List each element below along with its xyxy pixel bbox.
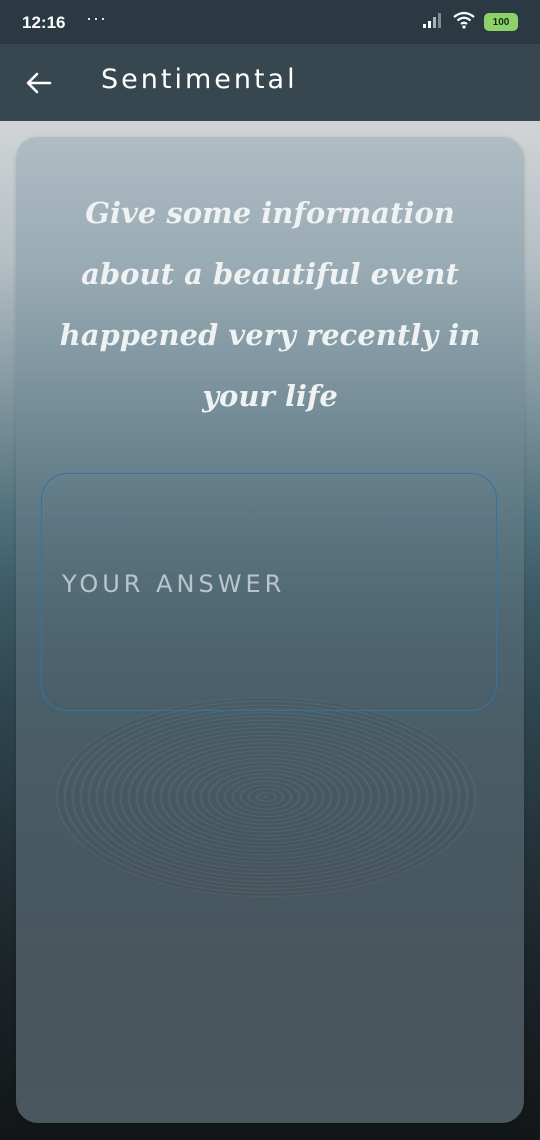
page-title: Sentimental: [101, 64, 298, 95]
back-button[interactable]: [20, 64, 58, 102]
answer-field-container[interactable]: [41, 473, 497, 711]
question-card: Give some information about a beautiful …: [16, 137, 524, 1123]
question-text: Give some information about a beautiful …: [59, 196, 481, 413]
answer-input[interactable]: [60, 569, 474, 599]
status-time: 12:16: [22, 13, 66, 32]
water-ripple-decoration: [56, 697, 476, 897]
signal-icon: [422, 12, 444, 33]
status-icons: 100: [422, 11, 518, 34]
arrow-left-icon: [26, 72, 52, 94]
battery-icon: 100: [484, 13, 518, 31]
wifi-icon: [452, 11, 476, 34]
more-notifications-icon: ···: [86, 8, 107, 28]
app-bar: Sentimental: [0, 44, 540, 121]
status-bar: 12:16 ··· 100: [0, 0, 540, 44]
